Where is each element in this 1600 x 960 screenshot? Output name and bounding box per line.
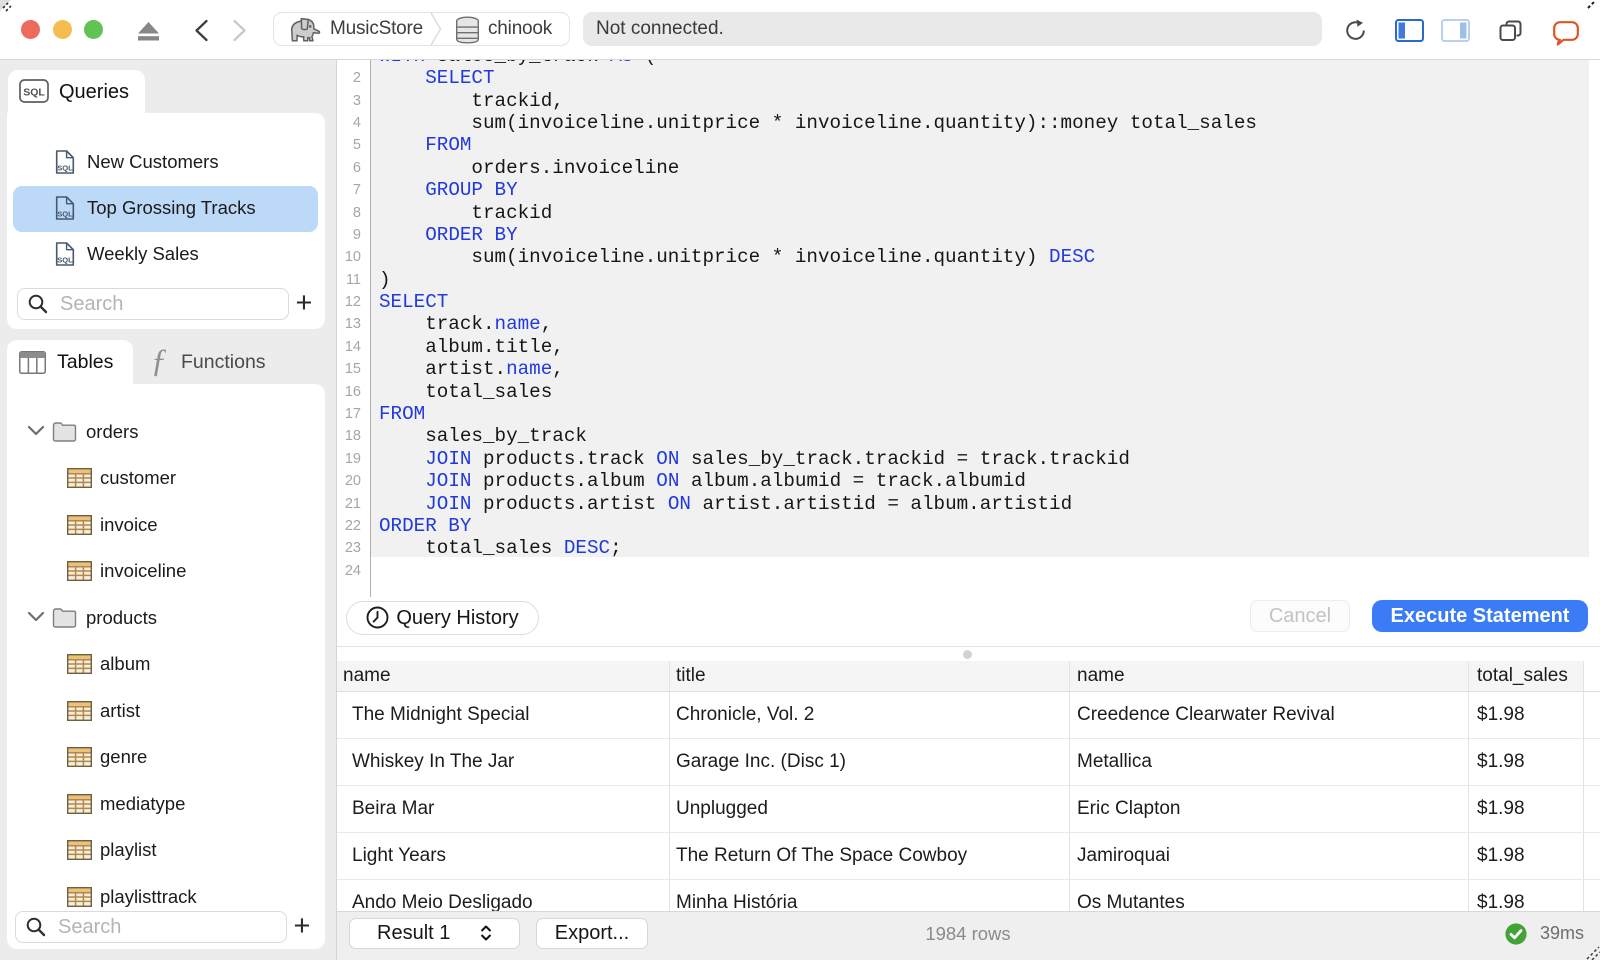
svg-text:SQL: SQL	[57, 210, 73, 219]
svg-text:SQL: SQL	[23, 86, 45, 98]
svg-text:SQL: SQL	[57, 164, 73, 173]
svg-text:SQL: SQL	[57, 256, 73, 265]
